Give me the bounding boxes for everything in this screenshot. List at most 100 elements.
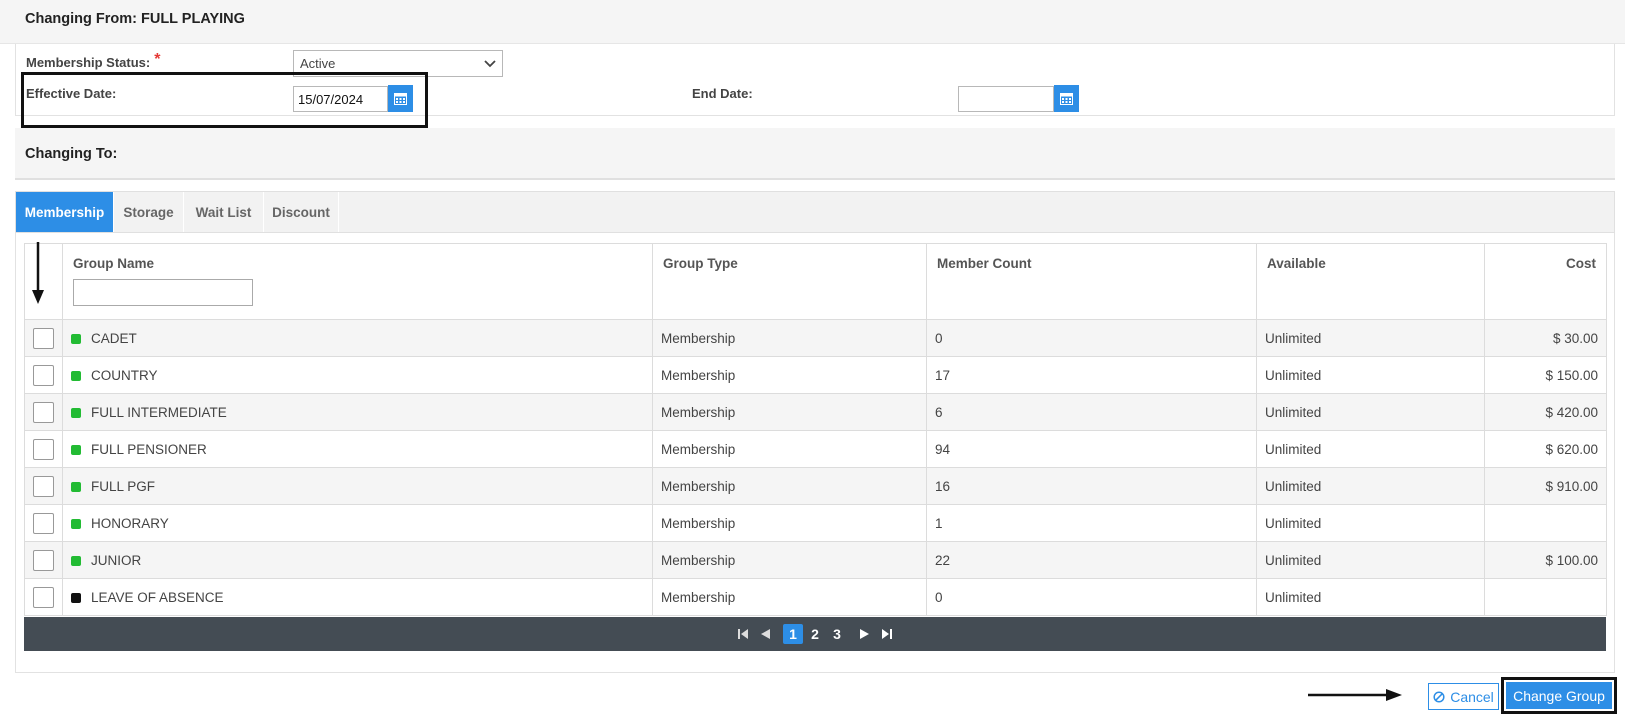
status-dot [71, 444, 81, 455]
end-date-calendar-button[interactable] [1054, 85, 1079, 112]
chevron-down-icon [484, 59, 496, 67]
row-checkbox[interactable] [33, 327, 54, 349]
column-header-available: Available [1256, 243, 1485, 320]
tab-storage[interactable]: Storage [114, 192, 184, 232]
available-cell: Unlimited [1256, 467, 1485, 505]
member-count-cell: 22 [926, 541, 1257, 579]
cost-cell: $ 30.00 [1484, 319, 1607, 357]
next-page-button[interactable] [856, 625, 874, 643]
change-group-button[interactable]: Change Group [1506, 682, 1612, 709]
group-name-cell: HONORARY [62, 504, 653, 542]
row-checkbox[interactable] [33, 512, 54, 534]
group-name-cell: JUNIOR [62, 541, 653, 579]
row-checkbox[interactable] [33, 586, 54, 608]
status-dot [71, 407, 81, 418]
group-table: Group Name Group Type Member Count Avail… [24, 243, 1607, 616]
column-header-member-count: Member Count [926, 243, 1257, 320]
member-count-cell: 16 [926, 467, 1257, 505]
available-cell: Unlimited [1256, 504, 1485, 542]
membership-status-label: Membership Status: * [26, 51, 161, 70]
table-row[interactable]: COUNTRY Membership 17 Unlimited $ 150.00 [24, 356, 1607, 394]
row-checkbox[interactable] [33, 475, 54, 497]
ban-icon [1433, 690, 1445, 703]
last-page-button[interactable] [878, 625, 896, 643]
group-name-cell: FULL PGF [62, 467, 653, 505]
group-name-filter-input[interactable] [73, 279, 253, 306]
group-type-cell: Membership [652, 393, 927, 431]
page-3-button[interactable]: 3 [827, 624, 847, 644]
table-pager: 1 2 3 [24, 617, 1606, 651]
table-header-row: Group Name Group Type Member Count Avail… [24, 243, 1607, 320]
member-count-cell: 0 [926, 319, 1257, 357]
cost-cell [1484, 578, 1607, 616]
status-dot [71, 592, 81, 603]
row-checkbox[interactable] [33, 364, 54, 386]
effective-date-highlight [21, 72, 428, 128]
group-type-cell: Membership [652, 319, 927, 357]
end-date-label: End Date: [692, 86, 753, 101]
group-name-cell: FULL PENSIONER [62, 430, 653, 468]
table-row[interactable]: JUNIOR Membership 22 Unlimited $ 100.00 [24, 541, 1607, 579]
row-checkbox[interactable] [33, 401, 54, 423]
tab-wait-list[interactable]: Wait List [184, 192, 264, 232]
next-page-icon [860, 629, 869, 639]
column-header-cost: Cost [1484, 243, 1607, 320]
row-select-cell [24, 430, 63, 468]
first-page-icon [738, 629, 748, 639]
cost-cell [1484, 504, 1607, 542]
group-name-cell: COUNTRY [62, 356, 653, 394]
tab-membership[interactable]: Membership [16, 192, 114, 232]
cost-cell: $ 420.00 [1484, 393, 1607, 431]
cancel-button-label: Cancel [1450, 688, 1494, 705]
available-cell: Unlimited [1256, 393, 1485, 431]
page-1-button[interactable]: 1 [783, 624, 803, 644]
row-select-cell [24, 504, 63, 542]
available-cell: Unlimited [1256, 319, 1485, 357]
required-marker: * [154, 51, 161, 68]
last-page-icon [882, 629, 892, 639]
table-row[interactable]: LEAVE OF ABSENCE Membership 0 Unlimited [24, 578, 1607, 616]
member-count-cell: 94 [926, 430, 1257, 468]
group-name-cell: FULL INTERMEDIATE [62, 393, 653, 431]
group-type-cell: Membership [652, 467, 927, 505]
first-page-button[interactable] [734, 625, 752, 643]
changing-from-title: Changing From: FULL PLAYING [25, 11, 245, 27]
row-checkbox[interactable] [33, 438, 54, 460]
member-count-cell: 6 [926, 393, 1257, 431]
group-type-cell: Membership [652, 504, 927, 542]
available-cell: Unlimited [1256, 430, 1485, 468]
cancel-button[interactable]: Cancel [1428, 683, 1499, 710]
group-type-cell: Membership [652, 578, 927, 616]
group-tabs: Membership Storage Wait List Discount [15, 191, 1615, 233]
page-2-button[interactable]: 2 [805, 624, 825, 644]
available-cell: Unlimited [1256, 578, 1485, 616]
tab-discount[interactable]: Discount [264, 192, 339, 232]
table-row[interactable]: FULL INTERMEDIATE Membership 6 Unlimited… [24, 393, 1607, 431]
prev-page-icon [761, 629, 770, 639]
row-checkbox[interactable] [33, 549, 54, 571]
end-date-input[interactable] [958, 86, 1054, 112]
cost-cell: $ 620.00 [1484, 430, 1607, 468]
member-count-cell: 1 [926, 504, 1257, 542]
right-arrow-annotation [1308, 689, 1402, 701]
group-name-cell: CADET [62, 319, 653, 357]
table-row[interactable]: FULL PGF Membership 16 Unlimited $ 910.0… [24, 467, 1607, 505]
row-select-cell [24, 467, 63, 505]
column-header-group-name: Group Name [62, 243, 653, 320]
calendar-icon [1060, 93, 1073, 105]
changing-to-header [15, 128, 1615, 180]
status-dot [71, 333, 81, 344]
down-arrow-annotation [32, 242, 44, 304]
available-cell: Unlimited [1256, 541, 1485, 579]
group-type-cell: Membership [652, 430, 927, 468]
status-dot [71, 481, 81, 492]
prev-page-button[interactable] [756, 625, 774, 643]
membership-status-value: Active [300, 56, 336, 71]
table-row[interactable]: HONORARY Membership 1 Unlimited [24, 504, 1607, 542]
column-header-group-type: Group Type [652, 243, 927, 320]
status-dot [71, 370, 81, 381]
row-select-cell [24, 393, 63, 431]
table-row[interactable]: FULL PENSIONER Membership 94 Unlimited $… [24, 430, 1607, 468]
table-row[interactable]: CADET Membership 0 Unlimited $ 30.00 [24, 319, 1607, 357]
changing-to-title: Changing To: [25, 146, 118, 162]
